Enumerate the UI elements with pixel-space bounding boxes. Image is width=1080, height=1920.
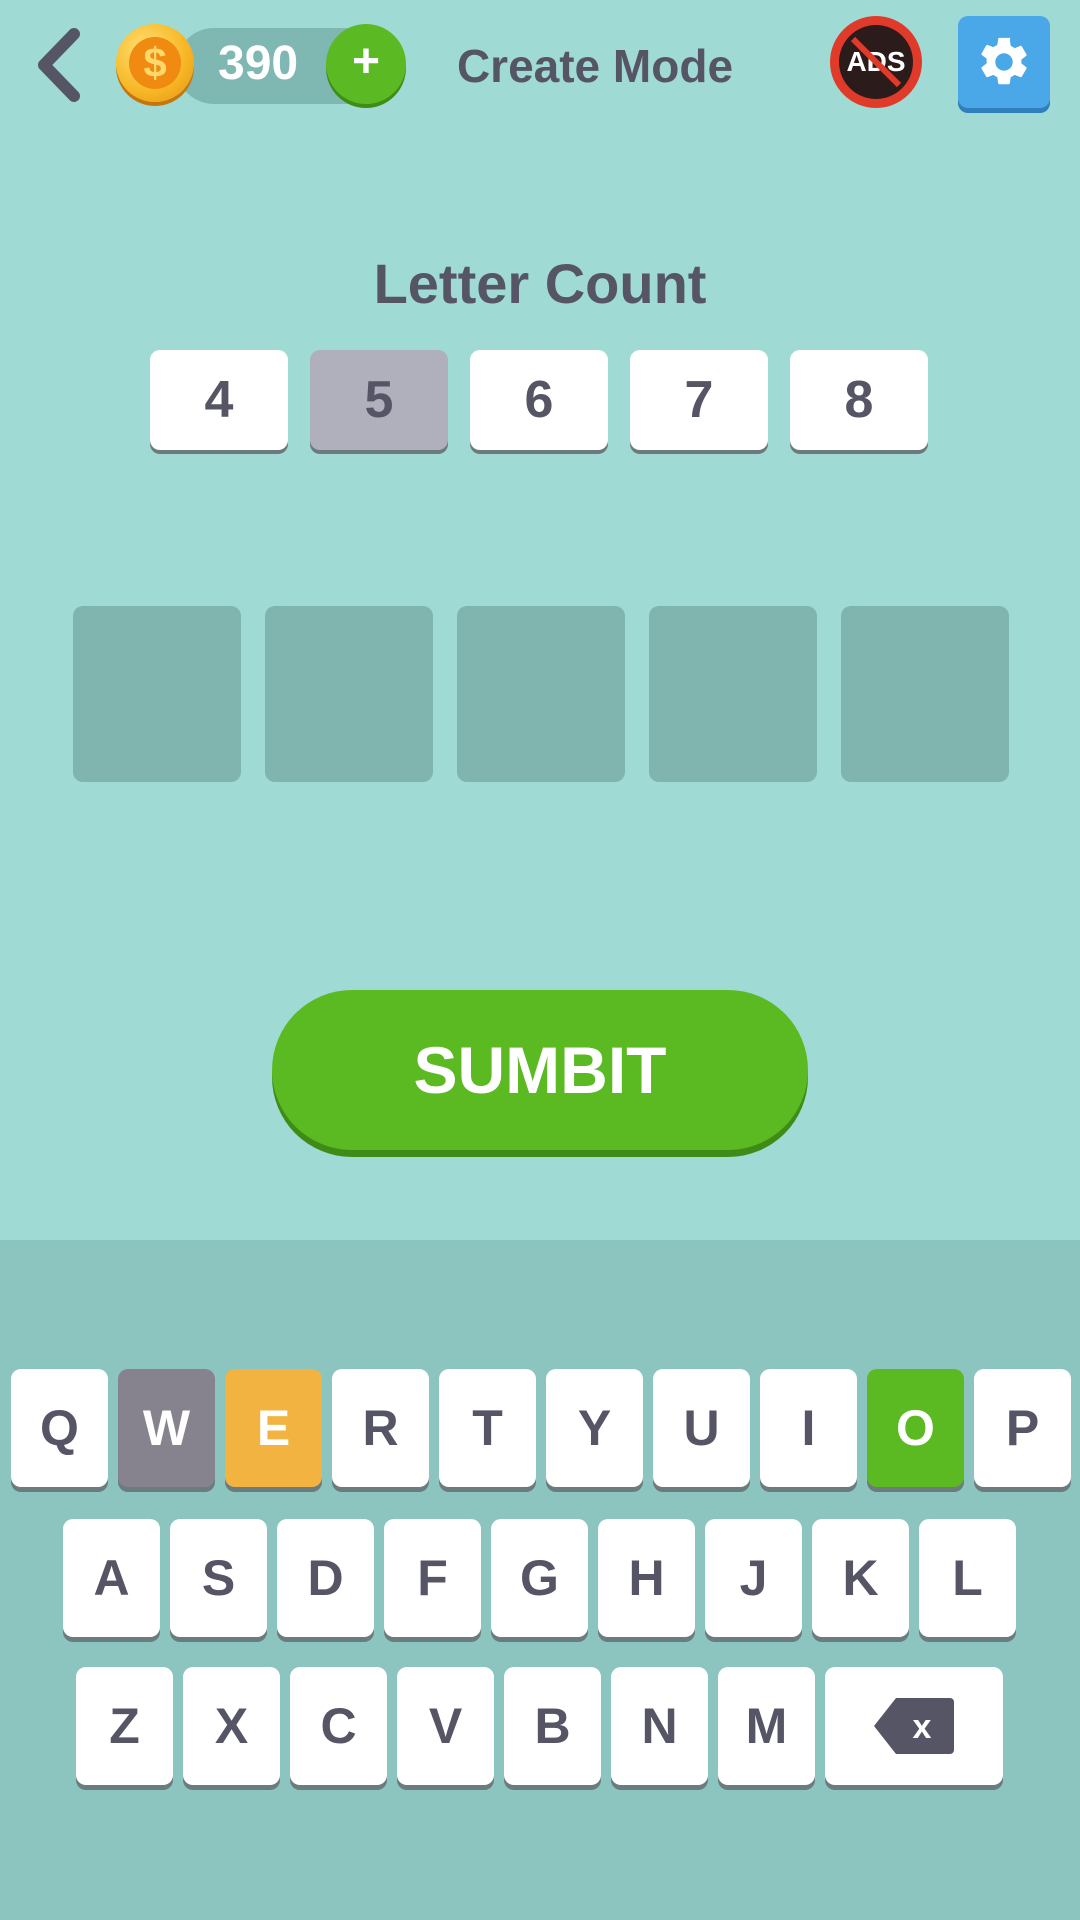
keyboard: Q W E R T Y U I O P A S D F G H J K L Z … xyxy=(0,1240,1080,1920)
coin-balance: $ 390 + xyxy=(116,24,406,108)
key-o[interactable]: O xyxy=(867,1369,964,1487)
letter-slot-3[interactable] xyxy=(457,606,625,782)
back-button[interactable] xyxy=(30,22,90,108)
count-option-7[interactable]: 7 xyxy=(630,350,768,450)
delete-key[interactable]: x xyxy=(825,1667,1003,1785)
no-ads-icon: ADS xyxy=(839,25,913,99)
count-option-5[interactable]: 5 xyxy=(310,350,448,450)
dollar-icon: $ xyxy=(129,37,181,89)
key-e[interactable]: E xyxy=(225,1369,322,1487)
add-coins-button[interactable]: + xyxy=(326,24,406,104)
delete-label: x xyxy=(913,1708,932,1746)
settings-button[interactable] xyxy=(958,16,1050,108)
prohibited-icon xyxy=(850,36,902,88)
coin-icon: $ xyxy=(116,24,194,102)
key-q[interactable]: Q xyxy=(11,1369,108,1487)
coin-count: 390 xyxy=(218,37,299,90)
gear-icon xyxy=(981,37,1027,85)
page-title: Create Mode xyxy=(456,40,734,92)
key-t[interactable]: T xyxy=(439,1369,536,1487)
remove-ads-button[interactable]: ADS xyxy=(830,16,922,108)
letter-count-options: 4 5 6 7 8 xyxy=(150,350,930,454)
key-d[interactable]: D xyxy=(277,1519,374,1637)
key-m[interactable]: M xyxy=(718,1667,815,1785)
key-c[interactable]: C xyxy=(290,1667,387,1785)
key-f[interactable]: F xyxy=(384,1519,481,1637)
count-option-6[interactable]: 6 xyxy=(470,350,608,450)
key-v[interactable]: V xyxy=(397,1667,494,1785)
letter-slot-4[interactable] xyxy=(649,606,817,782)
keyboard-row-3: Z X C V B N M x xyxy=(76,1667,1003,1785)
key-u[interactable]: U xyxy=(653,1369,750,1487)
key-a[interactable]: A xyxy=(63,1519,160,1637)
key-n[interactable]: N xyxy=(611,1667,708,1785)
submit-button[interactable]: SUMBIT xyxy=(272,990,808,1150)
key-x[interactable]: X xyxy=(183,1667,280,1785)
letter-count-heading: Letter Count xyxy=(373,252,707,315)
key-z[interactable]: Z xyxy=(76,1667,173,1785)
key-w[interactable]: W xyxy=(118,1369,215,1487)
count-option-4[interactable]: 4 xyxy=(150,350,288,450)
backspace-icon: x xyxy=(874,1698,954,1754)
key-k[interactable]: K xyxy=(812,1519,909,1637)
key-h[interactable]: H xyxy=(598,1519,695,1637)
key-s[interactable]: S xyxy=(170,1519,267,1637)
chevron-left-icon xyxy=(38,28,80,102)
count-option-8[interactable]: 8 xyxy=(790,350,928,450)
key-j[interactable]: J xyxy=(705,1519,802,1637)
key-y[interactable]: Y xyxy=(546,1369,643,1487)
key-r[interactable]: R xyxy=(332,1369,429,1487)
key-p[interactable]: P xyxy=(974,1369,1071,1487)
word-slots xyxy=(73,606,1009,782)
key-l[interactable]: L xyxy=(919,1519,1016,1637)
key-g[interactable]: G xyxy=(491,1519,588,1637)
letter-slot-2[interactable] xyxy=(265,606,433,782)
letter-slot-5[interactable] xyxy=(841,606,1009,782)
key-b[interactable]: B xyxy=(504,1667,601,1785)
key-i[interactable]: I xyxy=(760,1369,857,1487)
keyboard-row-2: A S D F G H J K L xyxy=(63,1519,1016,1637)
letter-slot-1[interactable] xyxy=(73,606,241,782)
keyboard-row-1: Q W E R T Y U I O P xyxy=(11,1369,1071,1487)
